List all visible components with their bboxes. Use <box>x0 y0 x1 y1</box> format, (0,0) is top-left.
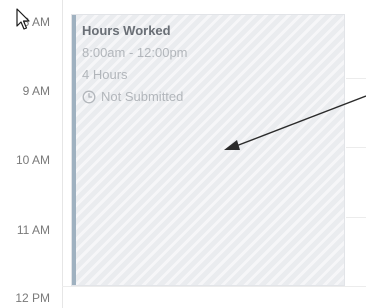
calendar-event-hours-worked[interactable]: Hours Worked 8:00am - 12:00pm 4 Hours No… <box>71 14 345 286</box>
time-label-9am: 9 AM <box>22 84 50 98</box>
hour-gridline <box>346 147 366 148</box>
time-axis: 8 AM 9 AM 10 AM 11 AM 12 PM <box>0 0 58 308</box>
event-title: Hours Worked <box>82 23 171 38</box>
clock-icon <box>82 90 96 103</box>
mouse-pointer-icon <box>16 8 30 30</box>
time-label-12pm: 12 PM <box>15 291 50 305</box>
hour-gridline <box>346 78 366 79</box>
time-label-10am: 10 AM <box>15 153 50 167</box>
hour-gridline <box>346 217 366 218</box>
time-label-11am: 11 AM <box>16 223 50 237</box>
time-gutter-divider <box>62 0 63 308</box>
event-accent-bar <box>72 15 76 285</box>
event-status-label: Not Submitted <box>101 89 184 104</box>
event-status: Not Submitted <box>82 89 183 104</box>
event-duration: 4 Hours <box>82 67 128 82</box>
event-time-range: 8:00am - 12:00pm <box>82 45 188 60</box>
hour-gridline <box>62 286 366 287</box>
